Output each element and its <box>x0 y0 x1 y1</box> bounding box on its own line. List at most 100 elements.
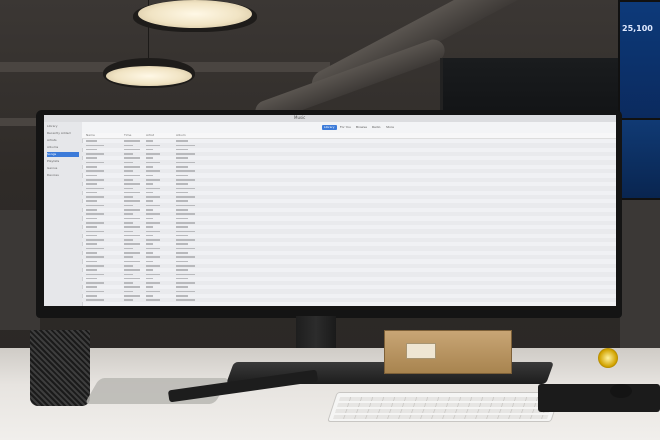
text-smudge <box>124 256 133 258</box>
text-smudge <box>86 161 104 164</box>
text-smudge <box>124 269 140 271</box>
text-smudge <box>86 213 104 215</box>
text-smudge <box>176 234 188 237</box>
text-smudge <box>124 187 133 190</box>
column-header-album[interactable]: Album <box>176 133 200 137</box>
text-smudge <box>86 277 97 280</box>
tab-for-you[interactable]: For You <box>338 125 353 130</box>
table-row[interactable] <box>82 297 616 303</box>
text-smudge <box>86 247 104 250</box>
table-cell-placeholder <box>146 298 176 302</box>
desk-light <box>598 348 618 368</box>
text-smudge <box>146 264 160 267</box>
text-smudge <box>86 299 104 301</box>
cardboard-box <box>384 330 512 374</box>
text-smudge <box>86 144 104 147</box>
text-smudge <box>86 166 97 168</box>
text-smudge <box>86 178 104 181</box>
text-smudge <box>86 140 97 142</box>
tab-store[interactable]: Store <box>384 125 396 130</box>
text-smudge <box>146 148 153 151</box>
song-table: Name Time Artist Album <box>82 133 616 306</box>
text-smudge <box>124 230 133 233</box>
text-smudge <box>86 217 97 220</box>
text-smudge <box>124 209 140 211</box>
text-smudge <box>146 191 153 194</box>
wall-tv-lower <box>620 118 660 200</box>
text-smudge <box>124 252 140 254</box>
text-smudge <box>86 170 104 172</box>
text-smudge <box>146 282 160 284</box>
text-smudge <box>146 299 160 301</box>
tab-library[interactable]: Library <box>322 125 337 130</box>
text-smudge <box>146 243 153 246</box>
text-smudge <box>146 209 153 211</box>
text-smudge <box>124 183 140 185</box>
text-smudge <box>176 239 195 241</box>
text-smudge <box>124 260 140 263</box>
text-smudge <box>124 161 133 164</box>
text-smudge <box>176 174 188 177</box>
column-header-artist[interactable]: Artist <box>146 133 176 137</box>
text-smudge <box>124 153 133 155</box>
text-smudge <box>86 239 104 241</box>
column-header-name[interactable]: Name <box>82 133 124 137</box>
text-smudge <box>86 243 97 246</box>
text-smudge <box>86 234 97 237</box>
text-smudge <box>176 140 188 142</box>
text-smudge <box>146 166 153 168</box>
text-smudge <box>86 286 97 288</box>
text-smudge <box>176 144 195 147</box>
text-smudge <box>176 221 195 224</box>
text-smudge <box>146 252 153 254</box>
text-smudge <box>124 196 133 198</box>
column-header-time[interactable]: Time <box>124 133 146 137</box>
text-smudge <box>86 221 104 224</box>
text-smudge <box>86 183 97 185</box>
keyboard <box>327 392 561 422</box>
text-smudge <box>146 260 153 263</box>
text-smudge <box>86 209 97 211</box>
box-label <box>406 343 436 359</box>
text-smudge <box>86 148 97 151</box>
text-smudge <box>146 294 153 297</box>
sidebar-item[interactable]: Library <box>47 124 79 129</box>
tab-browse[interactable]: Browse <box>354 125 369 130</box>
text-smudge <box>86 204 104 207</box>
text-smudge <box>176 178 195 181</box>
text-smudge <box>146 174 153 177</box>
text-smudge <box>86 252 97 254</box>
text-smudge <box>86 273 104 276</box>
text-smudge <box>86 290 104 293</box>
text-smudge <box>146 239 160 241</box>
text-smudge <box>176 230 195 233</box>
text-smudge <box>124 264 133 267</box>
tab-radio[interactable]: Radio <box>370 125 382 130</box>
sidebar-item[interactable]: Albums <box>47 145 79 150</box>
text-smudge <box>146 234 153 237</box>
text-smudge <box>86 200 97 203</box>
text-smudge <box>124 273 133 276</box>
sidebar-item[interactable]: Genius <box>47 166 79 171</box>
text-smudge <box>176 290 195 293</box>
mouse-pad <box>538 384 660 412</box>
sidebar-item[interactable]: Recently Added <box>47 131 79 136</box>
text-smudge <box>176 256 195 258</box>
text-smudge <box>86 260 97 263</box>
text-smudge <box>176 204 195 207</box>
sidebar-item-selected[interactable]: Songs <box>47 152 79 157</box>
text-smudge <box>124 148 140 151</box>
window-title: Music <box>294 115 306 120</box>
text-smudge <box>124 290 133 293</box>
text-smudge <box>146 161 160 164</box>
sidebar-item[interactable]: Playlists <box>47 159 79 164</box>
sidebar-item[interactable]: Devices <box>47 173 79 178</box>
text-smudge <box>146 187 160 190</box>
text-smudge <box>176 277 188 280</box>
sidebar-item[interactable]: Artists <box>47 138 79 143</box>
text-smudge <box>146 256 160 258</box>
text-smudge <box>176 187 195 190</box>
text-smudge <box>146 290 160 293</box>
text-smudge <box>176 252 188 254</box>
text-smudge <box>146 273 160 276</box>
